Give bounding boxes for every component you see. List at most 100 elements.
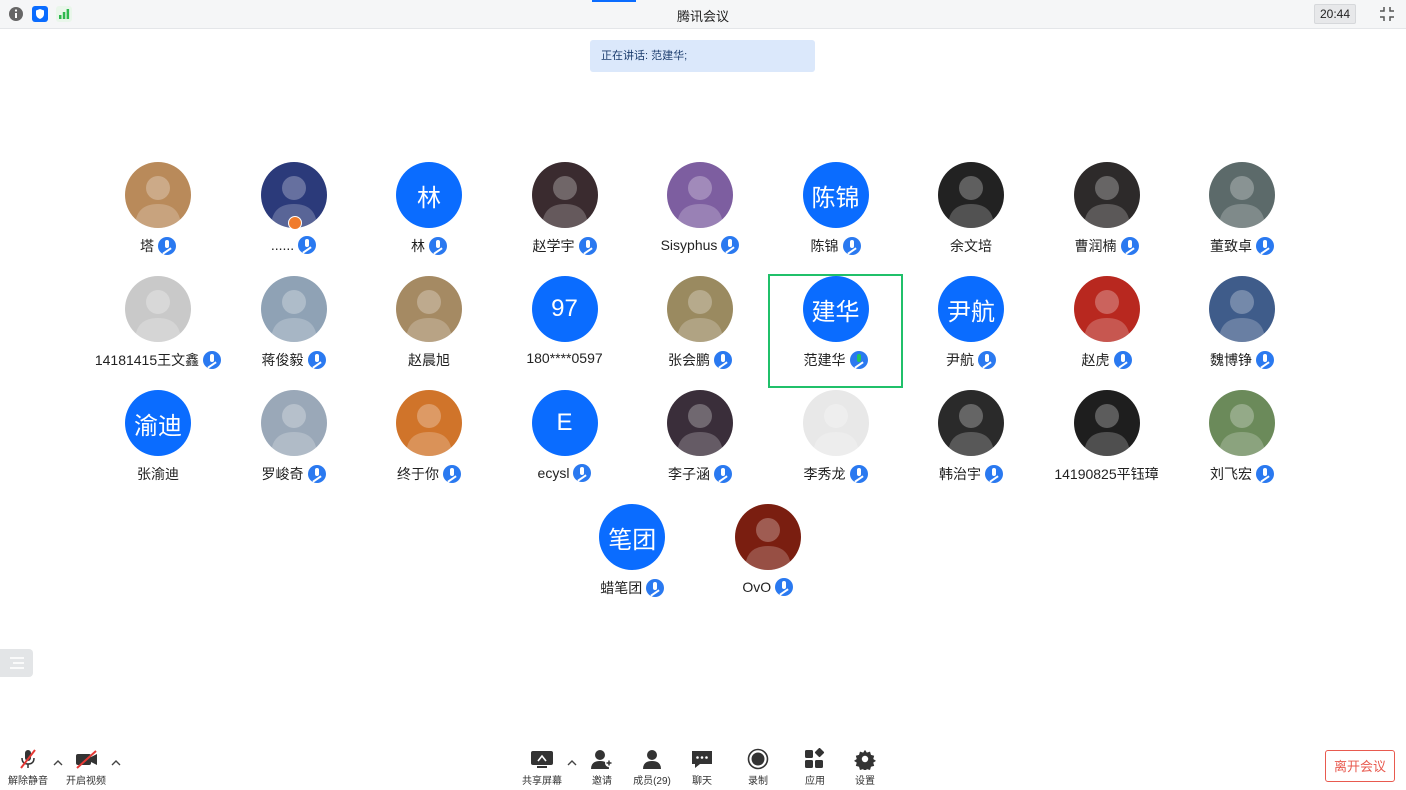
participant-tile[interactable]: 陈锦 陈锦 (768, 160, 904, 274)
participant-tile[interactable]: 曹润楠 (1039, 160, 1175, 274)
participant-name: 余文培 (950, 238, 992, 254)
participant-name-line: 14190825平钰璋 (1039, 464, 1175, 484)
participant-tile[interactable]: 林林 (361, 160, 497, 274)
mic-muted-icon (298, 236, 317, 254)
start-video-button[interactable]: 开启视频 (59, 748, 113, 787)
participant-tile[interactable]: 赵学宇 (497, 160, 633, 274)
mic-muted-icon (578, 237, 597, 255)
participant-name-line: 韩治宇 (903, 464, 1039, 484)
avatar: 陈锦 (802, 162, 869, 228)
participant-name-line: 刘飞宏 (1174, 464, 1310, 484)
participant-name: Sisyphus (660, 237, 718, 253)
participant-row: 14181415王文鑫 蒋俊毅 赵晨旭 97 180****0597 张会鹏 建华 范建华 尹航… (90, 274, 1310, 388)
participant-tile[interactable]: 蒋俊毅 (226, 274, 362, 388)
share-screen-button[interactable]: 共享屏幕 (515, 748, 569, 787)
participant-tile[interactable]: 14190825平钰璋 (1039, 388, 1175, 502)
avatar (260, 390, 327, 456)
participant-tile[interactable]: 李子涵 (632, 388, 768, 502)
invite-button[interactable]: 邀请 (575, 748, 629, 787)
participant-name: 14181415王文鑫 (94, 352, 200, 368)
participant-tile[interactable]: 张会鹏 (632, 274, 768, 388)
participant-tile[interactable]: Eecysl (497, 388, 633, 502)
settings-button[interactable]: 设置 (838, 748, 892, 787)
participant-name: 林 (411, 238, 425, 254)
participant-tile[interactable]: 余文培 (903, 160, 1039, 274)
list-view-button[interactable] (0, 649, 33, 677)
avatar: 建华 (802, 276, 869, 342)
participant-tile[interactable]: 赵晨旭 (361, 274, 497, 388)
participant-tile[interactable]: 笔团 蜡笔团 (565, 502, 701, 616)
participant-name-line: Sisyphus (632, 236, 768, 254)
participant-name: 赵学宇 (532, 238, 575, 254)
participant-name-line: OvO (700, 578, 836, 596)
participant-tile[interactable]: Sisyphus (632, 160, 768, 274)
avatar (938, 390, 1004, 456)
participant-tile[interactable]: 董致卓 (1174, 160, 1310, 274)
chat-label: 聊天 (692, 776, 712, 787)
participant-name: 赵晨旭 (408, 352, 450, 368)
participant-name: 尹航 (946, 352, 974, 368)
window-title: 腾讯会议 (676, 9, 729, 24)
share-label: 共享屏幕 (522, 776, 562, 787)
participant-name: ...... (270, 237, 295, 253)
participant-tile[interactable]: 刘飞宏 (1174, 388, 1310, 502)
avatar: 林 (396, 162, 462, 228)
participant-name: 蜡笔团 (600, 580, 643, 596)
participant-tile[interactable]: 尹航 尹航 (903, 274, 1039, 388)
participant-tile[interactable]: 14181415王文鑫 (90, 274, 226, 388)
participant-tile[interactable]: 终于你 (361, 388, 497, 502)
avatar (667, 390, 733, 456)
participant-name-line: 180****0597 (497, 350, 633, 366)
participant-name-line: 罗峻奇 (226, 464, 362, 484)
mic-muted-icon (429, 237, 447, 255)
participant-tile[interactable]: 塔 (90, 160, 226, 274)
record-label: 录制 (748, 776, 768, 787)
apps-button[interactable]: 应用 (788, 748, 842, 787)
participant-name-line: 塔 (90, 236, 226, 256)
participant-name: 张会鹏 (668, 352, 710, 368)
video-label: 开启视频 (66, 776, 106, 787)
mic-muted-icon (849, 465, 868, 483)
participant-name: 李子涵 (668, 466, 710, 482)
members-button[interactable]: 成员(29) (625, 748, 679, 787)
record-button[interactable]: 录制 (731, 748, 785, 787)
participant-name-line: 魏博铮 (1174, 350, 1310, 370)
participant-tile[interactable]: 韩治宇 (903, 388, 1039, 502)
chat-button[interactable]: 聊天 (675, 748, 729, 787)
mic-muted-icon (714, 351, 732, 369)
mic-muted-icon (775, 578, 794, 596)
participant-tile[interactable]: 罗峻奇 (226, 388, 362, 502)
participant-tile[interactable]: 渝迪 张渝迪 (90, 388, 226, 502)
participant-name-line: 赵学宇 (497, 236, 633, 256)
participant-tile[interactable]: 赵虎 (1039, 274, 1175, 388)
mic-muted-icon (16, 748, 40, 770)
mic-muted-icon (307, 351, 326, 369)
participant-tile[interactable]: 建华 范建华 (767, 274, 904, 388)
participant-name: ecysl (537, 465, 570, 481)
participant-name: 韩治宇 (939, 466, 981, 482)
record-icon (746, 748, 770, 770)
participant-name-line: 赵虎 (1039, 350, 1175, 370)
participant-tile[interactable]: ...... (226, 160, 362, 274)
participant-tile[interactable]: 魏博铮 (1174, 274, 1310, 388)
avatar: 97 (531, 276, 598, 342)
participant-name: 陈锦 (810, 238, 839, 254)
video-options-chevron-icon[interactable] (111, 758, 121, 768)
leave-meeting-button[interactable]: 离开会议 (1325, 750, 1395, 782)
avatar: E (531, 390, 598, 456)
unmute-label: 解除静音 (8, 776, 48, 787)
participant-row: 塔...... 林林赵学宇 Sisyphus 陈锦 陈锦 余文培 曹润楠 董致卓 (90, 160, 1310, 274)
participant-name: 李秀龙 (803, 466, 846, 482)
participant-tile[interactable]: OvO (700, 502, 836, 616)
participant-tile[interactable]: 李秀龙 (768, 388, 904, 502)
avatar (1209, 276, 1275, 342)
participant-name-line: 尹航 (903, 350, 1039, 370)
mic-muted-icon (1256, 465, 1274, 483)
participant-name-line: 张渝迪 (90, 464, 226, 484)
exit-fullscreen-icon[interactable] (1378, 5, 1396, 23)
unmute-button[interactable]: 解除静音 (1, 748, 55, 787)
participant-name: 魏博铮 (1210, 352, 1252, 368)
participant-name: 罗峻奇 (261, 466, 304, 482)
avatar (1209, 162, 1275, 228)
participant-tile[interactable]: 97 180****0597 (497, 274, 633, 388)
